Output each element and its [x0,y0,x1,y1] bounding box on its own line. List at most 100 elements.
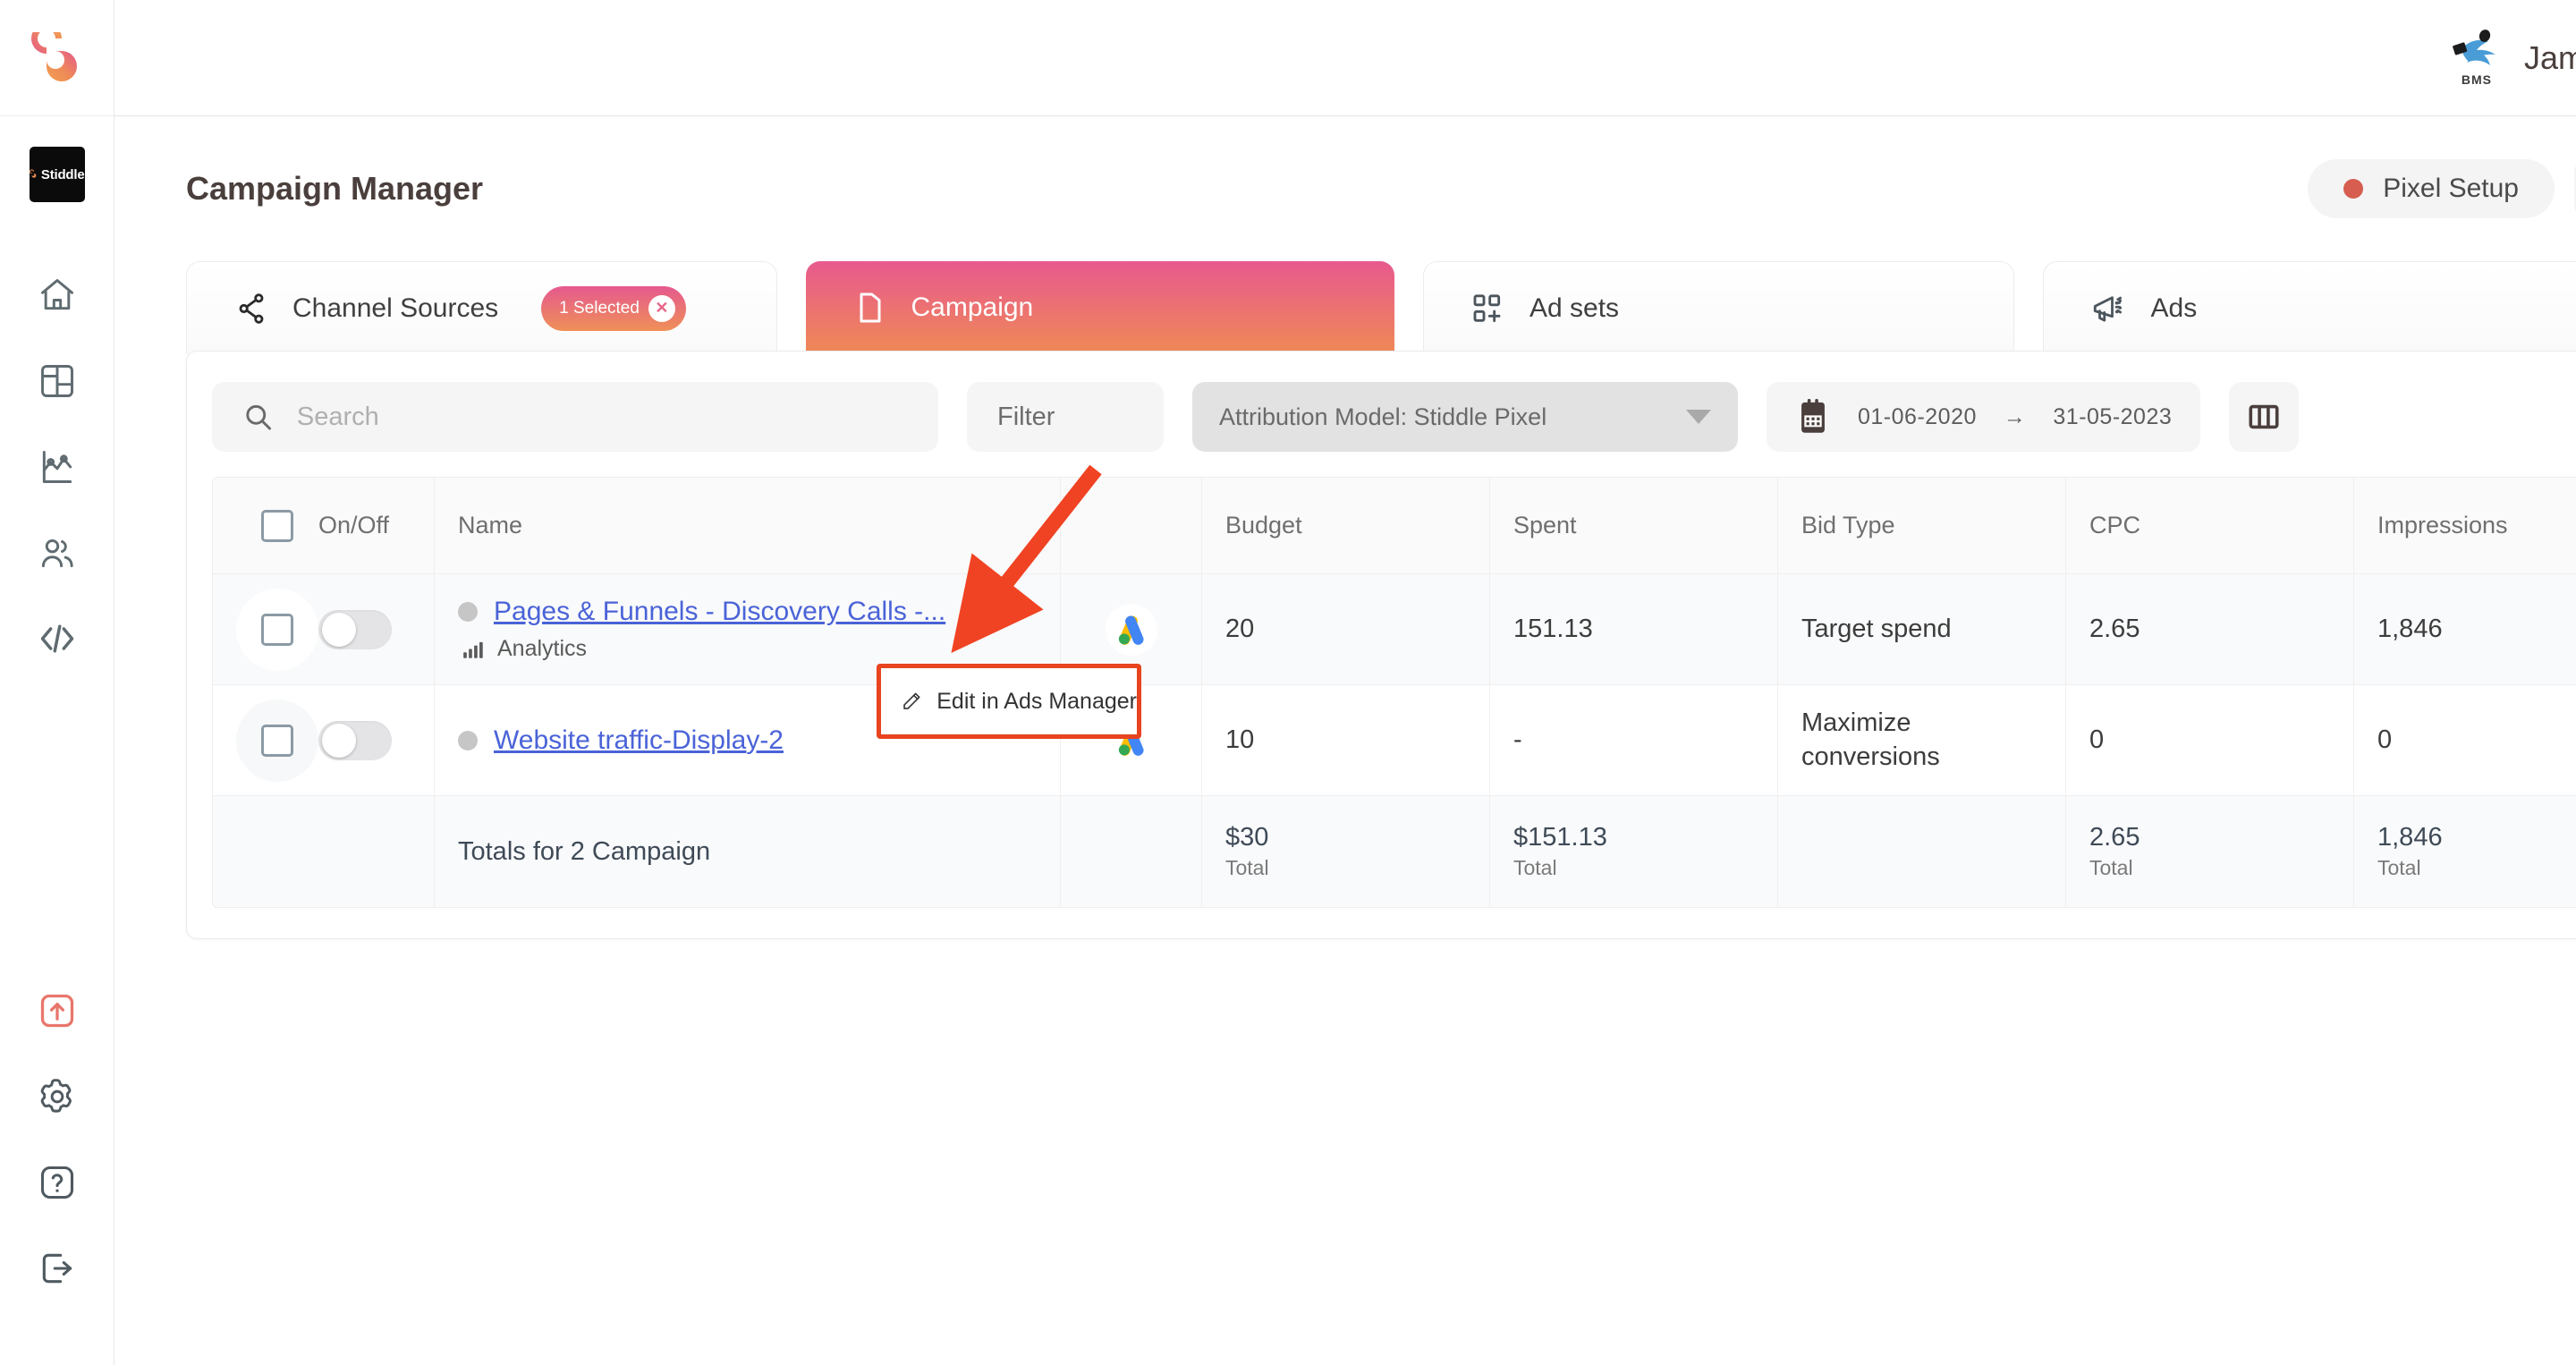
column-header-label: Impressions [2377,512,2508,538]
campaign-table: On/Off Name Budget Spent Bid Type CPC Im… [212,477,2576,908]
date-end: 31-05-2023 [2053,403,2173,429]
tab-ad-sets[interactable]: Ad sets [1423,261,2014,354]
row-select-checkbox[interactable] [261,724,293,757]
row-spent-cell: - [1490,685,1778,796]
user-menu[interactable]: BMS James [2449,29,2576,87]
column-header-label: Budget [1225,512,1302,538]
totals-bid-type-cell [1778,796,2066,907]
row-impressions-cell: 0 [2354,685,2576,796]
user-name: James [2523,38,2576,76]
totals-spent-cell: $151.13 Total [1490,796,1778,907]
tab-label: Channel Sources [292,292,499,323]
sidebar-item-home[interactable] [0,252,114,338]
row-select-checkbox[interactable] [261,613,293,646]
chevron-down-icon [1686,410,1711,424]
tab-channel-sources[interactable]: Channel Sources 1 Selected ✕ [186,261,777,354]
row-bid-type-cell: Target spend [1778,574,2066,685]
select-all-wrap [236,478,318,573]
account-logo-text: BMS [2461,72,2493,87]
campaign-name-link[interactable]: Website traffic-Display-2 [494,725,784,756]
attribution-model-label: Attribution Model: Stiddle Pixel [1219,403,1547,430]
table-row[interactable]: Website traffic-Display-2 10 - Maximize … [213,685,2576,796]
toggle-knob [322,723,356,758]
brand-box: Stiddle [29,147,85,202]
channel-selected-badge: 1 Selected ✕ [541,285,686,331]
pixel-setup-button[interactable]: Pixel Setup [2308,159,2555,218]
totals-budget-sub: Total [1225,856,1269,879]
sidebar-item-developers[interactable] [0,596,114,682]
row-onoff-cell [213,574,435,685]
totals-budget-value: $30 [1225,823,1269,852]
filter-label: Filter [997,402,1055,431]
columns-button[interactable] [2229,382,2300,452]
row-name-line: Website traffic-Display-2 [458,725,784,756]
home-icon [40,279,73,310]
column-header-label: CPC [2089,512,2141,538]
row-sub-label: Analytics [497,636,588,661]
brand-name: Stiddle [40,166,85,182]
campaign-name-link[interactable]: Pages & Funnels - Discovery Calls -... [494,597,945,627]
row-status-toggle[interactable] [318,609,392,649]
stiddle-logo[interactable] [0,0,114,116]
code-icon [40,624,73,653]
table-header-row: On/Off Name Budget Spent Bid Type CPC Im… [213,478,2576,574]
totals-spacer [213,796,435,907]
table-body: Pages & Funnels - Discovery Calls -... A… [213,574,2576,796]
sidebar-item-audience[interactable] [0,510,114,596]
row-subline: Analytics [458,636,587,662]
row-status-toggle[interactable] [318,720,392,760]
brand-badge: Stiddle [0,116,114,233]
column-header-onoff: On/Off [213,478,435,574]
tab-ads[interactable]: Ads [2042,261,2576,354]
search-box[interactable] [212,382,938,452]
stiddle-logo-icon [30,31,77,81]
toggle-knob [322,612,356,647]
page-title: Campaign Manager [186,170,484,207]
row-cpc-cell: 0 [2066,685,2354,796]
topbar: BMS James [114,0,2576,116]
sidebar-bottom-nav [0,968,114,1365]
table-row[interactable]: Pages & Funnels - Discovery Calls -... A… [213,574,2576,685]
adsets-grid-icon [1473,293,1501,322]
column-header-label: Spent [1513,512,1577,538]
date-range-picker[interactable]: 01-06-2020 → 31-05-2023 [1767,382,2201,452]
header-actions: Pixel Setup [2308,159,2576,218]
column-header-label: On/Off [318,512,390,538]
totals-label-cell: Totals for 2 Campaign [435,796,1061,907]
sidebar-item-settings[interactable] [0,1054,114,1140]
bms-figure-icon [2453,29,2496,65]
tab-label: Campaign [911,292,1034,322]
sidebar-item-analytics[interactable] [0,424,114,510]
row-budget-cell: 10 [1202,685,1490,796]
edit-in-ads-manager-button[interactable]: Edit in Ads Manager [877,664,1141,739]
row-impressions-cell: 1,846 [2354,574,2576,685]
sidebar-item-logout[interactable] [0,1225,114,1311]
column-header-bid-type: Bid Type [1778,478,2066,574]
bar-chart-icon [463,641,483,658]
analytics-chart-icon [42,451,72,483]
tab-label: Ads [2150,292,2198,323]
row-name-line: Pages & Funnels - Discovery Calls -... [458,597,945,627]
columns-icon [2249,404,2279,429]
select-all-checkbox[interactable] [261,509,293,542]
main-area: BMS James Campaign Manager Pixel Setup [114,0,2576,1365]
tab-campaign[interactable]: Campaign [805,261,1394,354]
sidebar-item-help[interactable] [0,1140,114,1225]
filter-dropdown[interactable]: Filter [967,382,1164,452]
sidebar-item-dashboard[interactable] [0,338,114,424]
upgrade-arrow-icon [40,994,73,1028]
page-header: Campaign Manager Pixel Setup [186,159,2576,218]
sidebar-item-upgrade[interactable] [0,968,114,1054]
close-icon[interactable]: ✕ [648,294,675,322]
column-header-label: Name [458,512,523,538]
users-icon [41,538,73,568]
tab-label: Ad sets [1530,292,1620,323]
stiddle-mark-icon [29,169,36,178]
channel-selected-count: 1 Selected [559,298,640,318]
table-totals-row: Totals for 2 Campaign $30 Total $151.13 … [213,796,2576,907]
search-input[interactable] [296,402,908,432]
column-header-label: Bid Type [1801,512,1895,538]
attribution-model-select[interactable]: Attribution Model: Stiddle Pixel [1192,382,1738,452]
logout-icon [42,1253,72,1284]
row-checkbox-wrap [236,588,318,671]
